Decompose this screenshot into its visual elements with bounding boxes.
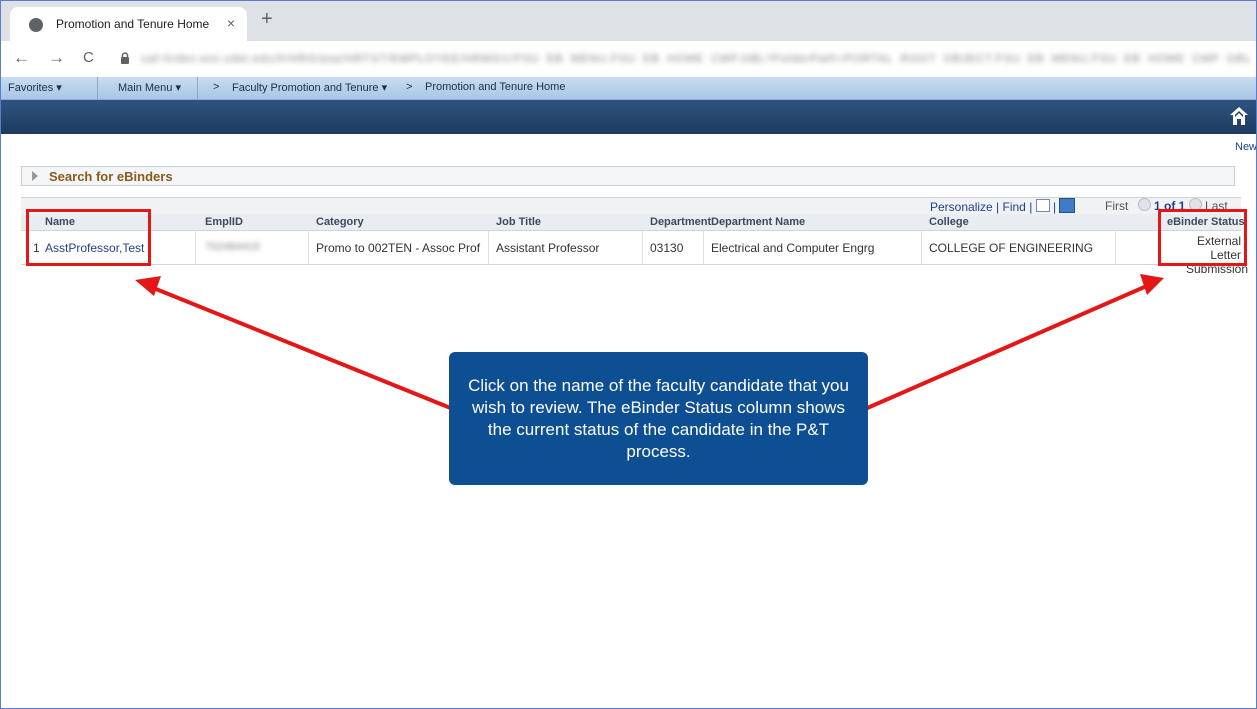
instruction-callout: Click on the name of the faculty candida… <box>449 352 868 485</box>
screenshot-frame: Promotion and Tenure Home × + ← → C uaf-… <box>0 0 1257 709</box>
arrow-to-name <box>135 276 454 411</box>
arrow-to-status <box>864 274 1164 411</box>
instruction-text: Click on the name of the faculty candida… <box>468 375 849 461</box>
